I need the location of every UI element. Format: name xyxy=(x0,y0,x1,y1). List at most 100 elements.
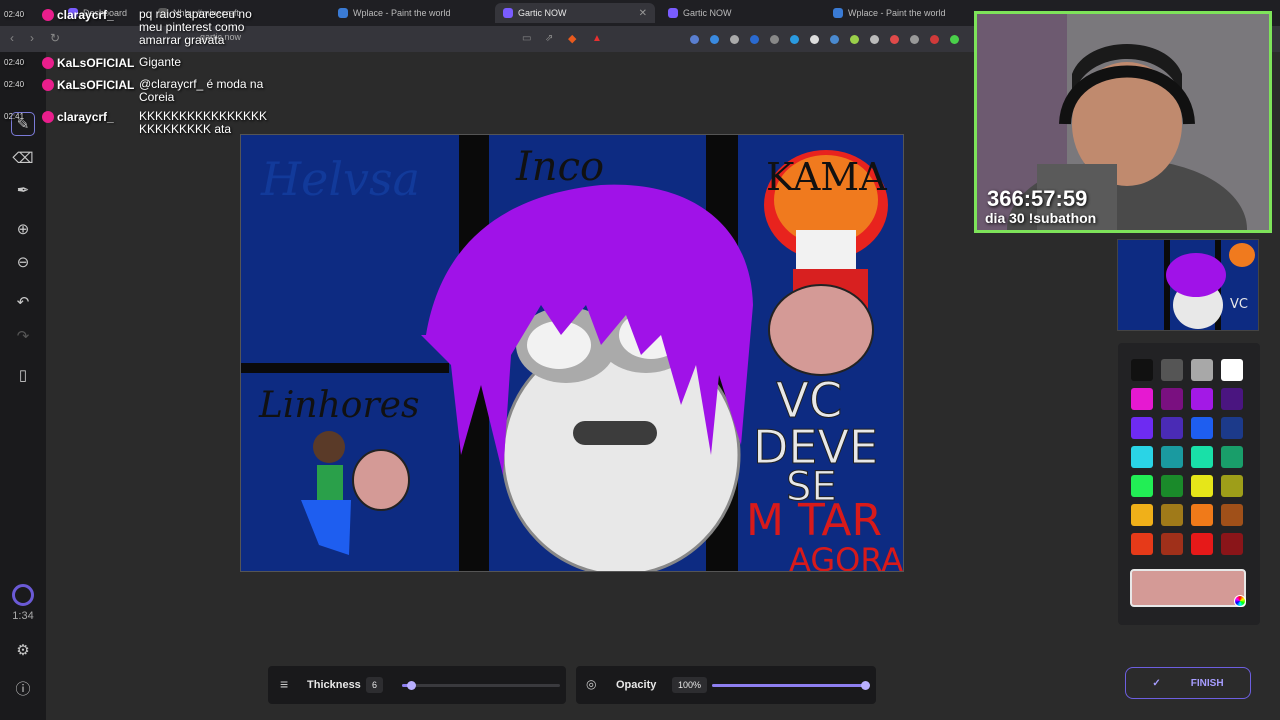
current-color-preview[interactable] xyxy=(1130,569,1246,607)
extension-icon[interactable] xyxy=(810,35,819,44)
tab-wplace-2[interactable]: Wplace - Paint the world xyxy=(825,3,975,23)
extension-icon[interactable] xyxy=(790,35,799,44)
menu-lines-icon: ≡ xyxy=(280,676,289,692)
color-swatch[interactable] xyxy=(1221,388,1243,410)
color-swatch[interactable] xyxy=(1191,533,1213,555)
color-swatch[interactable] xyxy=(1221,446,1243,468)
extension-icon[interactable] xyxy=(870,35,879,44)
canvas-drawing: Helvsa Inco KAMA Linhores VC DEVE SE M T… xyxy=(241,135,903,572)
chat-text: @claraycrf_ é moda na Coreia xyxy=(139,77,264,104)
chat-badge-icon xyxy=(42,57,54,69)
tab-wplace[interactable]: Wplace - Paint the world xyxy=(330,3,490,23)
color-swatch[interactable] xyxy=(1191,417,1213,439)
rewards-icon[interactable]: ▲ xyxy=(592,33,602,44)
color-swatch[interactable] xyxy=(1221,359,1243,381)
extension-icon[interactable] xyxy=(730,35,739,44)
close-icon[interactable]: ✕ xyxy=(639,8,647,19)
color-swatch[interactable] xyxy=(1221,475,1243,497)
extension-icon[interactable] xyxy=(910,35,919,44)
chat-username: KaLsOFICIAL xyxy=(57,78,135,92)
tab-gartic-active[interactable]: Gartic NOW ✕ xyxy=(495,3,655,23)
drawing-canvas[interactable]: Helvsa Inco KAMA Linhores VC DEVE SE M T… xyxy=(240,134,904,572)
color-swatch[interactable] xyxy=(1131,359,1153,381)
color-swatch[interactable] xyxy=(1131,388,1153,410)
redo-icon[interactable]: ↷ xyxy=(11,324,35,348)
text-inco: Inco xyxy=(515,144,604,190)
chat-username: claraycrf_ xyxy=(57,8,114,22)
tab-favicon xyxy=(338,8,348,18)
tab-label: Gartic NOW xyxy=(518,8,567,18)
opacity-slider[interactable] xyxy=(712,681,870,690)
thumbnail-text: VC xyxy=(1230,297,1248,312)
flexed-arm xyxy=(352,449,410,511)
finish-button[interactable]: ✓ FINISH xyxy=(1125,667,1251,699)
opacity-icon: ◎ xyxy=(586,677,597,691)
color-swatch[interactable] xyxy=(1221,533,1243,555)
color-swatch[interactable] xyxy=(1161,388,1183,410)
gartic-favicon xyxy=(668,8,678,18)
reader-icon[interactable]: ▭ xyxy=(522,33,531,44)
settings-gear-icon[interactable]: ⚙ xyxy=(11,638,35,662)
color-swatch[interactable] xyxy=(1161,475,1183,497)
tab-favicon xyxy=(833,8,843,18)
color-swatch[interactable] xyxy=(1191,446,1213,468)
color-swatch[interactable] xyxy=(1131,417,1153,439)
chat-text: KKKKKKKKKKKKKKKKKKKKKKKKK ata xyxy=(139,109,268,136)
thickness-toolbar: ≡ Thickness 6 xyxy=(268,666,566,704)
text-linhores: Linhores xyxy=(258,385,419,426)
share-icon[interactable]: ⇗ xyxy=(545,33,553,44)
color-swatch[interactable] xyxy=(1131,504,1153,526)
figure-shirt xyxy=(317,465,343,501)
chat-message: 02:40 claraycrf_ pq raios apareceu no me… xyxy=(4,8,269,47)
color-wheel-icon[interactable] xyxy=(1234,595,1246,607)
extension-icon[interactable] xyxy=(690,35,699,44)
horizontal-bar xyxy=(241,363,449,373)
extension-icon[interactable] xyxy=(770,35,779,44)
color-swatch[interactable] xyxy=(1161,446,1183,468)
chat-badge-icon xyxy=(42,79,54,91)
figure-pants xyxy=(301,500,351,555)
mouth xyxy=(573,421,657,445)
color-swatch[interactable] xyxy=(1131,533,1153,555)
extension-icon[interactable] xyxy=(850,35,859,44)
color-swatch[interactable] xyxy=(1221,417,1243,439)
document-icon[interactable]: ▯ xyxy=(11,363,35,387)
thickness-label: Thickness xyxy=(307,679,361,691)
color-swatch[interactable] xyxy=(1191,388,1213,410)
color-swatch[interactable] xyxy=(1131,475,1153,497)
color-swatch[interactable] xyxy=(1191,475,1213,497)
thickness-slider[interactable] xyxy=(402,681,560,690)
extension-icon[interactable] xyxy=(710,35,719,44)
pointing-fist xyxy=(768,284,874,376)
opacity-slider-knob[interactable] xyxy=(861,681,870,690)
color-swatch[interactable] xyxy=(1191,504,1213,526)
eyedropper-icon[interactable]: ✒ xyxy=(11,178,35,202)
color-swatch[interactable] xyxy=(1161,359,1183,381)
info-icon[interactable]: ⓘ xyxy=(11,676,35,700)
eraser-tool-icon[interactable]: ⌫ xyxy=(11,146,35,170)
color-swatch[interactable] xyxy=(1191,359,1213,381)
zoom-out-icon[interactable]: ⊖ xyxy=(11,250,35,274)
chat-message: 02:40 KaLsOFICIAL Gigante xyxy=(4,56,269,71)
color-swatch[interactable] xyxy=(1161,417,1183,439)
text-agora: AGORA xyxy=(789,541,903,572)
brave-shield-icon[interactable]: ◆ xyxy=(568,32,576,45)
round-timer: 1:34 xyxy=(12,610,34,622)
color-swatch[interactable] xyxy=(1221,504,1243,526)
zoom-in-icon[interactable]: ⊕ xyxy=(11,217,35,241)
color-swatch[interactable] xyxy=(1131,446,1153,468)
tab-gartic[interactable]: Gartic NOW xyxy=(660,3,820,23)
color-swatch[interactable] xyxy=(1161,504,1183,526)
subathon-day-label: dia 30 !subathon xyxy=(985,210,1097,226)
undo-icon[interactable]: ↶ xyxy=(11,290,35,314)
extension-icon[interactable] xyxy=(930,35,939,44)
opacity-value[interactable]: 100% xyxy=(672,677,708,693)
extension-icon[interactable] xyxy=(830,35,839,44)
extension-icon[interactable] xyxy=(950,35,959,44)
finish-label: FINISH xyxy=(1190,677,1224,689)
extension-icon[interactable] xyxy=(750,35,759,44)
thickness-slider-knob[interactable] xyxy=(407,681,416,690)
thickness-value[interactable]: 6 xyxy=(366,677,384,693)
color-swatch[interactable] xyxy=(1161,533,1183,555)
extension-icon[interactable] xyxy=(890,35,899,44)
